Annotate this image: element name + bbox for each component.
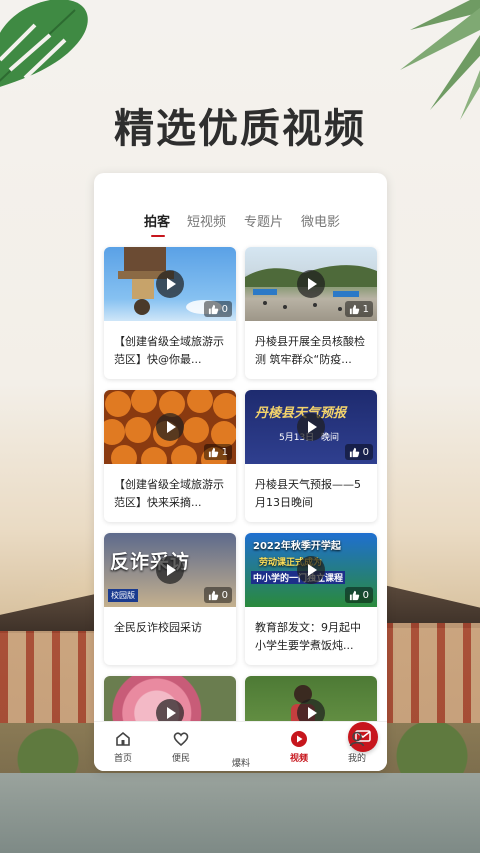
video-title: 全民反诈校园采访: [114, 621, 202, 634]
nav-services[interactable]: 便民: [156, 730, 206, 764]
monstera-leaf-decoration: [0, 0, 88, 87]
video-card[interactable]: 反诈采访 校园版 0 全民反诈校园采访: [104, 533, 236, 665]
nav-profile[interactable]: 我的: [332, 730, 382, 764]
play-icon[interactable]: [156, 413, 184, 441]
video-title: 丹棱县开展全员核酸检测 筑牢群众“防疫...: [255, 335, 365, 366]
play-icon[interactable]: [297, 270, 325, 298]
video-card[interactable]: 0 【创建省级全域旅游示范区】快@你最...: [104, 247, 236, 379]
school-thumb-line1: 2022年秋季开学起: [253, 541, 341, 552]
tab-paike[interactable]: 拍客: [144, 211, 170, 230]
video-title: 【创建省级全域旅游示范区】快@你最...: [114, 335, 224, 366]
thumbs-up-icon: [208, 304, 218, 314]
thumbs-up-icon: [349, 447, 359, 457]
nav-home[interactable]: 首页: [98, 730, 148, 764]
category-tabs: 拍客 短视频 专题片 微电影: [94, 211, 387, 241]
play-icon[interactable]: [156, 270, 184, 298]
video-thumbnail: 1: [104, 390, 236, 464]
video-title: 丹棱县天气预报——5月13日晚间: [255, 478, 361, 509]
active-tab-indicator: [151, 235, 165, 237]
video-thumbnail: 丹棱县天气预报 5月13日 晚间 0: [245, 390, 377, 464]
video-card[interactable]: 1 丹棱县开展全员核酸检测 筑牢群众“防疫...: [245, 247, 377, 379]
video-card[interactable]: 2022年秋季开学起 劳动课正式成为 中小学的一门独立课程 0 教育部发文：9月…: [245, 533, 377, 665]
video-card[interactable]: 丹棱县天气预报 5月13日 晚间 0 丹棱县天气预报——5月13日晚间: [245, 390, 377, 522]
user-icon: [349, 731, 365, 747]
video-thumbnail: 反诈采访 校园版 0: [104, 533, 236, 607]
thumbs-up-icon: [349, 590, 359, 600]
like-count[interactable]: 1: [344, 301, 373, 317]
phone-app-preview: 拍客 短视频 专题片 微电影 0 【创建省级全域旅游示范区】快@你最... 1 …: [94, 173, 387, 771]
tab-short-video[interactable]: 短视频: [187, 211, 226, 230]
video-thumbnail: 1: [245, 247, 377, 321]
video-title: 教育部发文：9月起中小学生要学煮饭炖...: [255, 621, 361, 652]
page-headline: 精选优质视频: [114, 105, 366, 152]
tab-micro-film[interactable]: 微电影: [301, 211, 340, 230]
play-icon[interactable]: [297, 413, 325, 441]
bottom-nav: 首页 便民 爆料 视频 我的: [94, 721, 387, 771]
play-icon[interactable]: [156, 556, 184, 584]
like-count[interactable]: 0: [344, 587, 373, 603]
thumbs-up-icon: [208, 447, 218, 457]
video-thumbnail: 2022年秋季开学起 劳动课正式成为 中小学的一门独立课程 0: [245, 533, 377, 607]
nav-video[interactable]: 视频: [274, 730, 324, 764]
fraud-thumb-tag: 校园版: [108, 589, 138, 602]
home-icon: [116, 731, 130, 746]
like-count[interactable]: 1: [203, 444, 232, 460]
like-count[interactable]: 0: [203, 587, 232, 603]
nav-report[interactable]: 爆料: [216, 722, 378, 769]
play-circle-icon: [291, 731, 307, 747]
play-icon[interactable]: [297, 556, 325, 584]
video-title: 【创建省级全域旅游示范区】快来采摘...: [114, 478, 224, 509]
thumbs-up-icon: [208, 590, 218, 600]
like-count[interactable]: 0: [344, 444, 373, 460]
video-thumbnail: 0: [104, 247, 236, 321]
tab-feature-film[interactable]: 专题片: [244, 211, 283, 230]
heart-icon: [173, 732, 189, 747]
thumbs-up-icon: [349, 304, 359, 314]
video-card[interactable]: 1 【创建省级全域旅游示范区】快来采摘...: [104, 390, 236, 522]
like-count[interactable]: 0: [203, 301, 232, 317]
